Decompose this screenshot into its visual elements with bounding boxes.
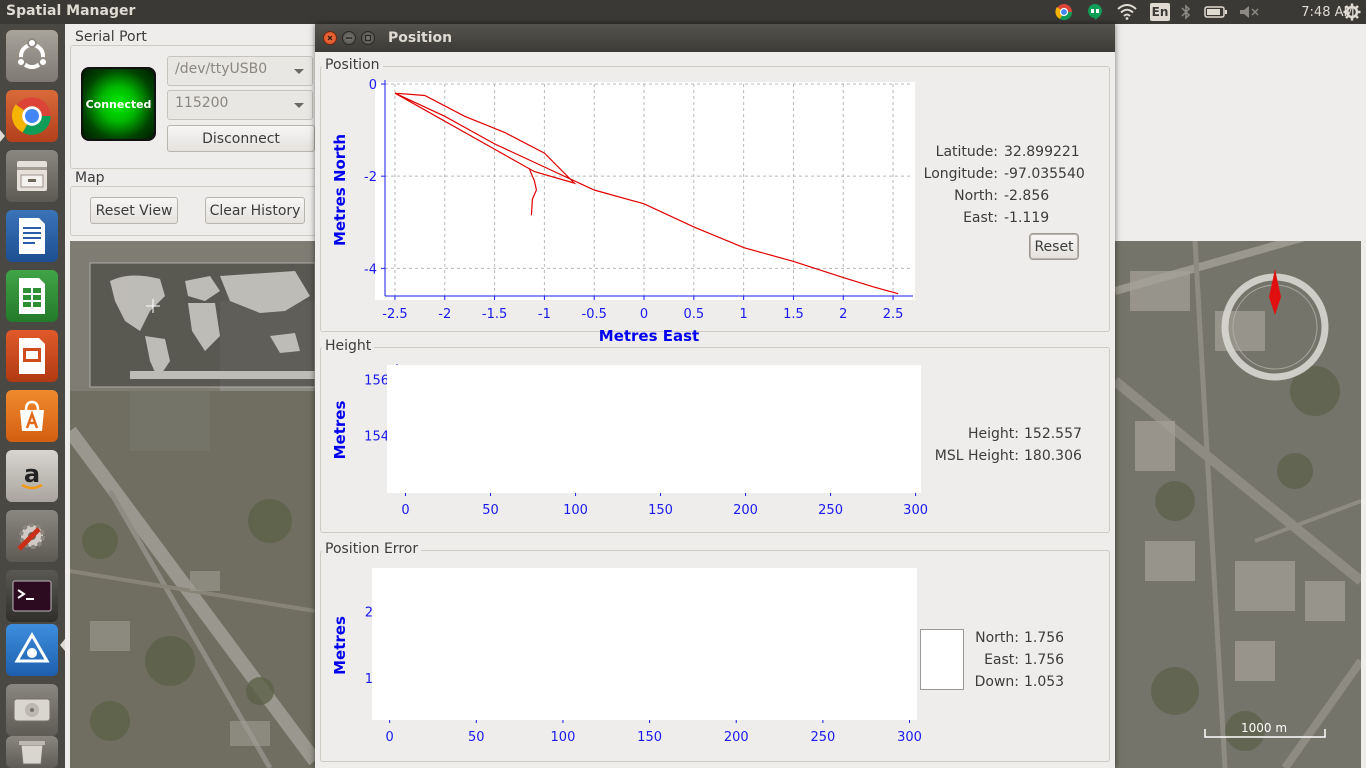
terminal-icon[interactable] xyxy=(6,570,58,622)
x-tick-label: -1 xyxy=(538,307,551,322)
software-center-icon[interactable] xyxy=(6,390,58,442)
reset-button[interactable]: Reset xyxy=(1030,234,1078,259)
files-icon[interactable] xyxy=(6,150,58,202)
bluetooth-icon[interactable] xyxy=(1178,2,1194,22)
error-east-value: 1.756 xyxy=(1024,652,1065,668)
msl-height-value: 180.306 xyxy=(1024,448,1082,464)
ubuntu-dash-icon[interactable] xyxy=(6,30,58,82)
disk-drive-icon[interactable] xyxy=(6,684,58,736)
longitude-value: -97.035540 xyxy=(1004,166,1085,182)
writer-icon[interactable] xyxy=(6,210,58,262)
serial-port-title: Serial Port xyxy=(72,29,150,45)
connection-status-indicator: Connected xyxy=(81,67,156,141)
calc-icon[interactable] xyxy=(6,270,58,322)
launcher: a xyxy=(0,24,65,768)
keyboard-layout-indicator[interactable]: En xyxy=(1150,3,1170,21)
hangouts-icon[interactable] xyxy=(1085,2,1105,22)
position-error-title: Position Error xyxy=(322,541,422,557)
x-tick-label: 2.5 xyxy=(883,307,904,322)
top-panel: Spatial Manager En 7:48 AM xyxy=(0,0,1366,24)
app-title: Spatial Manager xyxy=(6,3,136,19)
trash-icon[interactable] xyxy=(6,736,58,768)
y-tick-label: -4 xyxy=(364,262,377,277)
north-value: -2.856 xyxy=(1004,188,1050,204)
gear-icon[interactable] xyxy=(1342,2,1362,22)
series-line-0 xyxy=(394,92,899,295)
error-down-label: Down: xyxy=(974,674,1019,690)
x-tick-label: -2.5 xyxy=(382,307,407,322)
x-tick-label: -1.5 xyxy=(482,307,507,322)
x-tick-label: 1 xyxy=(740,307,748,322)
svg-text:a: a xyxy=(24,460,40,488)
spatial-manager-icon[interactable] xyxy=(6,624,58,676)
height-label: Height: xyxy=(968,426,1019,442)
error-plot-bg xyxy=(372,568,917,720)
y-tick-label: 0 xyxy=(369,78,377,93)
chrome-launcher-icon[interactable] xyxy=(6,90,58,142)
reset-view-button[interactable]: Reset View xyxy=(90,197,178,224)
x-tick-label: -0.5 xyxy=(582,307,607,322)
port-select-value: /dev/ttyUSB0 xyxy=(175,61,268,77)
clear-history-button[interactable]: Clear History xyxy=(205,197,305,224)
east-label: East: xyxy=(963,210,998,226)
map-view-left[interactable] xyxy=(70,241,315,768)
x-tick-label: 0.5 xyxy=(683,307,704,322)
longitude-label: Longitude: xyxy=(923,166,998,182)
volume-muted-icon[interactable] xyxy=(1238,2,1260,22)
amazon-icon[interactable]: a xyxy=(6,450,58,502)
baud-select-value: 115200 xyxy=(175,95,229,111)
error-down-value: 1.053 xyxy=(1024,674,1065,690)
y-axis-title: Metres North xyxy=(331,134,349,246)
x-axis-title: Metres East xyxy=(599,327,699,345)
error-north-label: North: xyxy=(975,630,1019,646)
latitude-value: 32.899221 xyxy=(1004,144,1080,160)
x-tick-label: 0 xyxy=(640,307,648,322)
x-tick-label: 1.5 xyxy=(783,307,804,322)
baud-select[interactable]: 115200 xyxy=(167,90,313,120)
height-value: 152.557 xyxy=(1024,426,1082,442)
position-dialog: Position Position -2.5 -2 -1.5 -1 -0.5 0 0.5 1 1… xyxy=(315,24,1115,768)
latitude-label: Latitude: xyxy=(935,144,998,160)
disconnect-button[interactable]: Disconnect xyxy=(167,125,315,152)
chrome-icon[interactable] xyxy=(1054,2,1074,22)
port-select[interactable]: /dev/ttyUSB0 xyxy=(167,56,313,86)
north-label: North: xyxy=(954,188,998,204)
wifi-icon[interactable] xyxy=(1116,2,1138,22)
map-view-right[interactable]: 1000 m xyxy=(1115,241,1361,768)
x-tick-label: -2 xyxy=(438,307,451,322)
height-plot-bg xyxy=(387,365,921,493)
map-scale-label: 1000 m xyxy=(1241,721,1288,735)
msl-height-label: MSL Height: xyxy=(934,448,1019,464)
height-title: Height xyxy=(322,338,375,354)
x-tick-label: 2 xyxy=(839,307,847,322)
impress-icon[interactable] xyxy=(6,330,58,382)
map-title: Map xyxy=(72,170,108,186)
east-value: -1.119 xyxy=(1004,210,1050,226)
battery-icon[interactable] xyxy=(1203,2,1229,22)
chevron-down-icon xyxy=(294,69,304,74)
error-east-label: East: xyxy=(984,652,1019,668)
system-settings-icon[interactable] xyxy=(6,510,58,562)
chevron-down-icon xyxy=(294,103,304,108)
y-tick-label: -2 xyxy=(364,170,377,185)
error-north-value: 1.756 xyxy=(1024,630,1065,646)
